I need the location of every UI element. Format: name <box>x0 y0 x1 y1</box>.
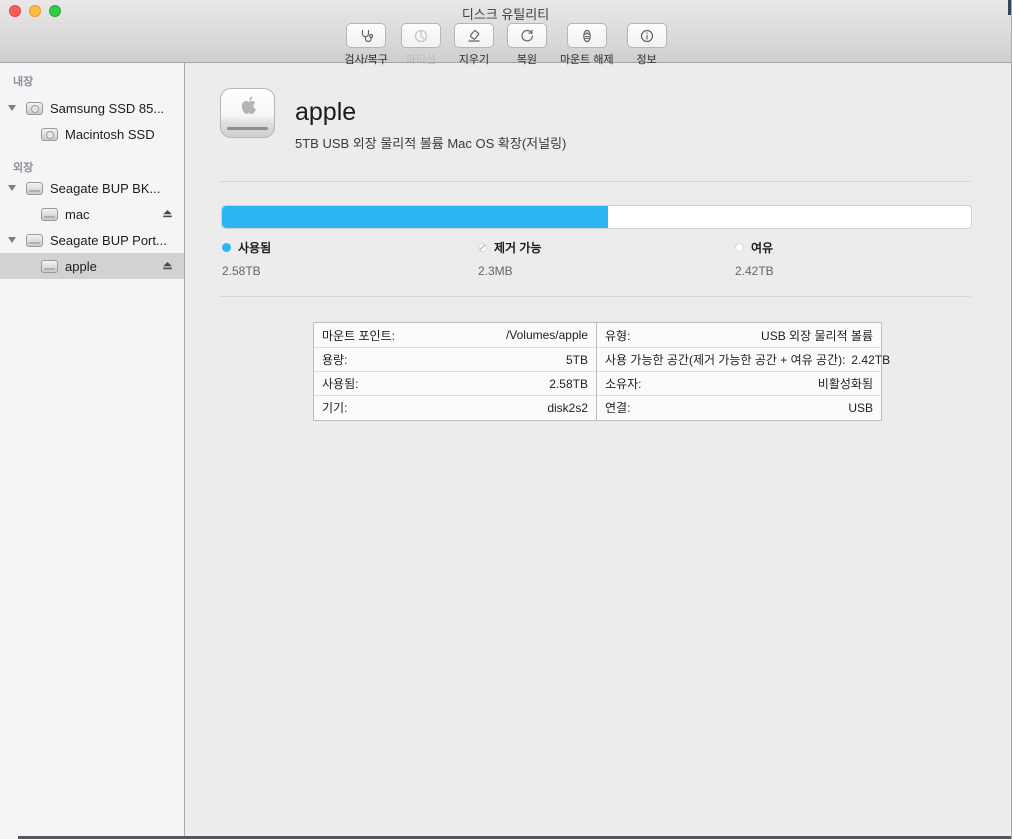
toolbar-button-label: 정보 <box>636 51 656 67</box>
sidebar-item-label: Samsung SSD 85... <box>50 101 164 116</box>
detail-value: 2.58TB <box>549 377 588 391</box>
volume-name: apple <box>295 98 356 127</box>
legend-value: 2.42TB <box>735 264 774 278</box>
sidebar-item-label: mac <box>65 207 90 222</box>
legend-purgeable: 제거 가능 2.3MB <box>478 239 542 278</box>
toolbar-button-label: 복원 <box>517 51 537 67</box>
detail-value: disk2s2 <box>547 401 588 415</box>
external-disk-icon <box>26 182 43 195</box>
first-aid-icon <box>346 23 386 48</box>
toolbar-button-label: 검사/복구 <box>344 51 388 67</box>
sidebar-item-label: apple <box>65 259 97 274</box>
table-row: 사용됨: 2.58TB <box>314 371 596 395</box>
window-chrome: 디스크 유틸리티 검사/복구 <box>0 0 1011 63</box>
legend-label: 사용됨 <box>238 239 271 256</box>
info-button[interactable]: 정보 <box>627 23 667 67</box>
main-panel: apple 5TB USB 외장 물리적 볼륨 Mac OS 확장(저널링) 사… <box>185 63 1011 839</box>
background-window-edge <box>1008 0 1011 15</box>
legend-free: 여유 2.42TB <box>735 239 774 278</box>
first-aid-button[interactable]: 검사/복구 <box>344 23 388 67</box>
detail-value: 2.42TB <box>851 353 890 367</box>
detail-value: 비활성화됨 <box>818 375 873 392</box>
detail-label: 사용 가능한 공간(제거 가능한 공간 + 여유 공간): <box>605 351 845 368</box>
usage-bar-used-segment <box>222 206 608 228</box>
divider <box>220 296 970 297</box>
sidebar-section-external: 외장 <box>0 157 184 175</box>
sidebar: 내장 Samsung SSD 85... Macintosh SSD 외장 Se… <box>0 63 185 839</box>
sidebar-item-seagate-bup-bk[interactable]: Seagate BUP BK... <box>0 175 184 201</box>
window-title: 디스크 유틸리티 <box>0 4 1011 23</box>
table-row: 소유자: 비활성화됨 <box>597 371 881 395</box>
legend-value: 2.3MB <box>478 264 542 278</box>
table-row: 유형: USB 외장 물리적 볼륨 <box>597 323 881 347</box>
sidebar-item-samsung-ssd[interactable]: Samsung SSD 85... <box>0 95 184 121</box>
drive-slot <box>227 127 268 130</box>
details-left-column: 마운트 포인트: /Volumes/apple 용량: 5TB 사용됨: 2.5… <box>314 323 597 420</box>
table-row: 연결: USB <box>597 395 881 419</box>
table-row: 사용 가능한 공간(제거 가능한 공간 + 여유 공간): 2.42TB <box>597 347 881 371</box>
internal-disk-icon <box>41 128 58 141</box>
legend-label: 여유 <box>751 239 773 256</box>
sidebar-item-macintosh-ssd[interactable]: Macintosh SSD <box>0 121 184 147</box>
detail-value: 5TB <box>566 353 588 367</box>
internal-disk-icon <box>26 102 43 115</box>
detail-label: 용량: <box>322 351 347 368</box>
used-swatch-icon <box>222 243 231 252</box>
detail-value: USB 외장 물리적 볼륨 <box>761 327 873 344</box>
unmount-icon <box>567 23 607 48</box>
details-table: 마운트 포인트: /Volumes/apple 용량: 5TB 사용됨: 2.5… <box>313 322 882 421</box>
eject-icon[interactable] <box>162 208 173 219</box>
legend-used: 사용됨 2.58TB <box>222 239 271 278</box>
volume-description: 5TB USB 외장 물리적 볼륨 Mac OS 확장(저널링) <box>295 133 566 152</box>
restore-icon <box>507 23 547 48</box>
external-disk-icon <box>26 234 43 247</box>
detail-label: 사용됨: <box>322 375 358 392</box>
divider <box>220 181 970 182</box>
sidebar-item-mac[interactable]: mac <box>0 201 184 227</box>
external-disk-icon <box>41 208 58 221</box>
detail-value: /Volumes/apple <box>506 328 588 342</box>
eject-icon[interactable] <box>162 260 173 271</box>
usage-bar <box>221 205 972 229</box>
sidebar-item-label: Macintosh SSD <box>65 127 155 142</box>
detail-value: USB <box>848 401 873 415</box>
erase-button[interactable]: 지우기 <box>454 23 494 67</box>
toolbar-button-label: 파티션 <box>406 51 436 67</box>
sidebar-item-label: Seagate BUP Port... <box>50 233 167 248</box>
toolbar-button-label: 지우기 <box>459 51 489 67</box>
restore-button[interactable]: 복원 <box>507 23 547 67</box>
legend-label: 제거 가능 <box>494 239 542 256</box>
detail-label: 유형: <box>605 327 630 344</box>
sidebar-item-label: Seagate BUP BK... <box>50 181 160 196</box>
partition-button: 파티션 <box>401 23 441 67</box>
apple-logo-icon <box>239 96 256 115</box>
legend-value: 2.58TB <box>222 264 271 278</box>
sidebar-item-seagate-bup-port[interactable]: Seagate BUP Port... <box>0 227 184 253</box>
toolbar: 검사/복구 파티션 지우기 <box>0 23 1011 67</box>
detail-label: 소유자: <box>605 375 641 392</box>
detail-label: 마운트 포인트: <box>322 327 395 344</box>
external-disk-icon <box>41 260 58 273</box>
toolbar-button-label: 마운트 해제 <box>560 51 614 67</box>
info-icon <box>627 23 667 48</box>
detail-label: 기기: <box>322 399 347 416</box>
free-swatch-icon <box>735 243 744 252</box>
details-right-column: 유형: USB 외장 물리적 볼륨 사용 가능한 공간(제거 가능한 공간 + … <box>597 323 881 420</box>
disclosure-triangle-icon[interactable] <box>8 105 16 111</box>
disclosure-triangle-icon[interactable] <box>8 185 16 191</box>
volume-icon <box>220 88 275 138</box>
disk-utility-window: 디스크 유틸리티 검사/복구 <box>0 0 1012 839</box>
unmount-button[interactable]: 마운트 해제 <box>560 23 614 67</box>
sidebar-item-apple[interactable]: apple <box>0 253 184 279</box>
erase-icon <box>454 23 494 48</box>
table-row: 기기: disk2s2 <box>314 395 596 419</box>
detail-label: 연결: <box>605 399 630 416</box>
purgeable-swatch-icon <box>478 243 487 252</box>
table-row: 용량: 5TB <box>314 347 596 371</box>
table-row: 마운트 포인트: /Volumes/apple <box>314 323 596 347</box>
sidebar-gap <box>0 147 184 157</box>
partition-icon <box>401 23 441 48</box>
sidebar-section-internal: 내장 <box>0 71 184 89</box>
disclosure-triangle-icon[interactable] <box>8 237 16 243</box>
